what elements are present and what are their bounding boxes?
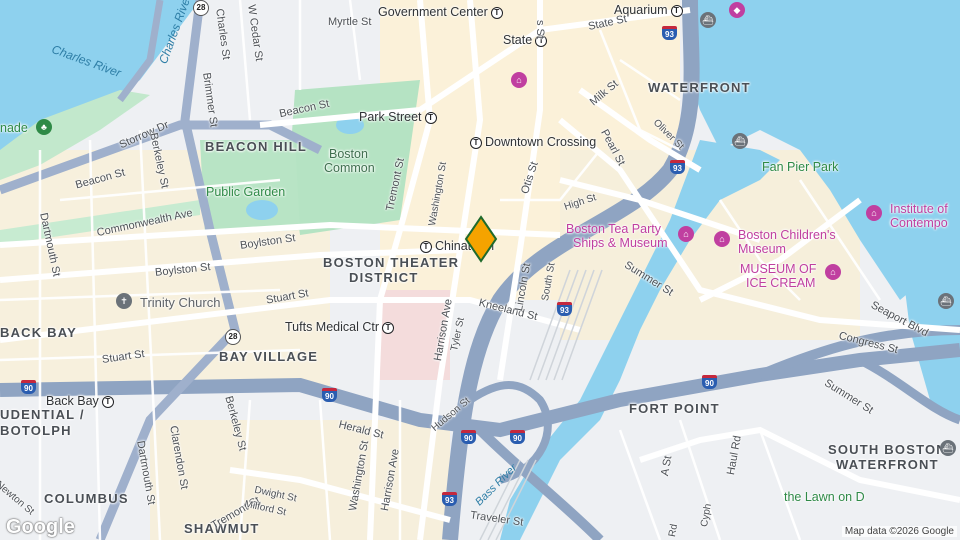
i90-shield: 90 (322, 388, 337, 402)
station-park-street-label: Park Street (359, 110, 422, 124)
childrens-museum-label-1[interactable]: Boston Children's (738, 229, 836, 242)
trinity-church-label[interactable]: Trinity Church (140, 296, 220, 309)
district-fort-point: FORT POINT (629, 401, 720, 416)
location-pin-marker[interactable] (464, 215, 498, 263)
institute-label-1[interactable]: Institute of (890, 203, 948, 216)
station-tufts-medical-label: Tufts Medical Ctr (285, 320, 380, 334)
district-beacon-hill: BEACON HILL (205, 139, 308, 154)
public-garden-label[interactable]: Public Garden (206, 186, 285, 199)
ice-cream-label-1[interactable]: MUSEUM OF (740, 263, 816, 276)
station-back-bay-label: Back Bay (46, 394, 99, 408)
i93-shield: 93 (662, 26, 677, 40)
ferry-icon[interactable]: ⛴ (938, 293, 954, 309)
station-state-label: State (503, 33, 533, 47)
district-waterfront: WATERFRONT (648, 80, 751, 95)
museum-icon[interactable]: ⌂ (714, 231, 730, 247)
station-park-street[interactable]: Park Street T (359, 111, 437, 124)
tea-party-label-1[interactable]: Boston Tea Party (566, 223, 661, 236)
museum-icon[interactable]: ⌂ (866, 205, 882, 221)
subway-icon: T (420, 240, 432, 253)
district-columbus: COLUMBUS (44, 491, 129, 506)
station-downtown-crossing-label: Downtown Crossing (485, 135, 597, 149)
district-botolph: BOTOLPH (0, 423, 72, 438)
i90-shield: 90 (510, 430, 525, 444)
church-icon[interactable]: ✝ (116, 293, 132, 309)
ice-cream-icon[interactable]: ⌂ (825, 264, 841, 280)
institute-label-2[interactable]: Contempo (890, 217, 948, 230)
district-back-bay: BACK BAY (0, 325, 78, 340)
landmark-icon[interactable]: ⌂ (511, 72, 527, 88)
i93-shield: 93 (442, 492, 457, 506)
esplanade-label[interactable]: nade (0, 122, 28, 135)
museum-icon[interactable]: ⌂ (678, 226, 694, 242)
boston-common-label-1: Boston (329, 147, 368, 161)
map-attribution[interactable]: Map data ©2026 Google (841, 526, 957, 537)
station-back-bay[interactable]: Back Bay T (46, 395, 114, 408)
subway-icon: T (470, 136, 482, 149)
district-prudential: UDENTIAL / (0, 407, 85, 422)
station-tufts-medical[interactable]: Tufts Medical Ctr T (285, 320, 395, 334)
district-south-boston-1: SOUTH BOSTON (828, 442, 947, 457)
fan-pier-park-label[interactable]: Fan Pier Park (762, 161, 838, 174)
district-south-boston-2: WATERFRONT (836, 457, 939, 472)
station-downtown-crossing[interactable]: T Downtown Crossing (470, 136, 596, 149)
subway-icon: T (490, 6, 503, 19)
google-logo: Google (6, 516, 75, 538)
district-theater-1: BOSTON THEATER (323, 255, 460, 270)
ferry-icon[interactable]: ⛴ (940, 440, 956, 456)
i90-shield: 90 (21, 380, 36, 394)
childrens-museum-label-2[interactable]: Museum (738, 243, 786, 256)
subway-icon: T (382, 321, 395, 334)
lagoon (246, 200, 278, 220)
i93-shield: 93 (557, 302, 572, 316)
ferry-icon[interactable]: ⛴ (700, 12, 716, 28)
route-28-shield: 28 (225, 329, 241, 345)
tea-party-label-2[interactable]: Ships & Museum (573, 237, 667, 250)
subway-icon: T (670, 4, 683, 17)
subway-icon: T (424, 111, 437, 124)
boston-common-label-2: Common (324, 161, 375, 175)
district-bay-village: BAY VILLAGE (219, 349, 319, 364)
i90-shield: 90 (461, 430, 476, 444)
i90-shield: 90 (702, 375, 717, 389)
station-government-center-label: Government Center (378, 5, 488, 19)
lawn-on-d-label[interactable]: the Lawn on D (784, 491, 865, 504)
i93-shield: 93 (670, 160, 685, 174)
aquarium-icon[interactable]: ◆ (729, 2, 745, 18)
ice-cream-label-2[interactable]: ICE CREAM (746, 277, 815, 290)
street-s-st: s St (534, 20, 546, 39)
ferry-icon[interactable]: ⛴ (732, 133, 748, 149)
route-28-shield: 28 (193, 0, 209, 16)
map-canvas[interactable]: BEACON HILL BOSTON THEATER DISTRICT BACK… (0, 0, 960, 540)
street-myrtle: Myrtle St (328, 16, 372, 28)
subway-icon: T (101, 395, 114, 408)
district-theater-2: DISTRICT (349, 270, 419, 285)
location-pin-icon (464, 215, 498, 263)
tree-icon[interactable]: ♣ (36, 119, 52, 135)
station-government-center[interactable]: Government Center T (378, 6, 503, 19)
